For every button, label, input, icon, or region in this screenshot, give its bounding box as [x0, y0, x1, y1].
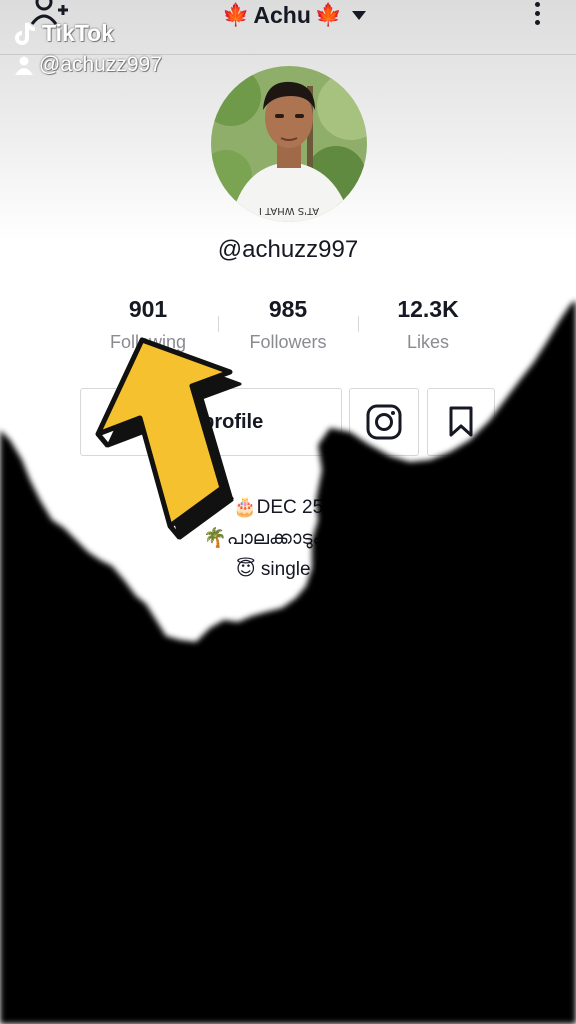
account-switcher[interactable]: 🍁 Achu 🍁	[222, 0, 367, 30]
bio-line: 🎂DEC 25😍	[233, 497, 343, 518]
bio-line: 😇 single life	[235, 559, 341, 580]
stat-likes-label: Likes	[406, 332, 450, 352]
maple-leaf-icon: 🍁	[222, 2, 250, 27]
profile-screen: 🍁 Achu 🍁 AT'S WHAT I @achuzz997 901 Foll…	[0, 0, 576, 1024]
profile-bio: 🎂DEC 25😍 🌴പാലക്കാടുകാരൻ 😇 single life	[0, 492, 576, 585]
stat-followers-label: Followers	[249, 332, 327, 352]
watermark-username: @achuzz997	[39, 53, 162, 76]
instagram-button[interactable]	[349, 388, 419, 456]
stat-followers-value: 985	[268, 296, 308, 322]
maple-leaf-icon: 🍁	[314, 2, 343, 27]
stat-divider	[358, 316, 359, 332]
stat-following-value: 901	[128, 296, 168, 322]
stat-likes-value: 12.3K	[397, 296, 459, 322]
bio-line: 🌴പാലക്കാടുകാരൻ	[203, 528, 373, 549]
favorites-button[interactable]	[427, 388, 495, 456]
bookmark-icon	[449, 406, 473, 437]
profile-stats: 901 Following 985 Followers 12.3K Likes	[78, 294, 498, 364]
user-icon	[15, 56, 33, 75]
instagram-icon	[366, 404, 402, 440]
shirt-text: AT'S WHAT I	[259, 205, 319, 216]
avatar[interactable]: AT'S WHAT I	[211, 66, 367, 222]
stat-likes[interactable]: 12.3K Likes	[358, 294, 498, 364]
edit-profile-button[interactable]: Edit profile	[80, 388, 342, 456]
profile-handle: @achuzz997	[217, 236, 359, 263]
stat-following[interactable]: 901 Following	[78, 294, 218, 364]
account-name: Achu	[253, 1, 311, 28]
tiktok-watermark: TikTok @achuzz997	[14, 20, 162, 77]
tiktok-logo-icon	[15, 21, 36, 45]
chevron-down-icon	[352, 10, 367, 20]
more-options-icon[interactable]	[530, 0, 544, 30]
stat-divider	[218, 316, 219, 332]
stat-followers[interactable]: 985 Followers	[218, 294, 358, 364]
stat-following-label: Following	[109, 332, 187, 352]
watermark-brand: TikTok	[42, 20, 114, 46]
